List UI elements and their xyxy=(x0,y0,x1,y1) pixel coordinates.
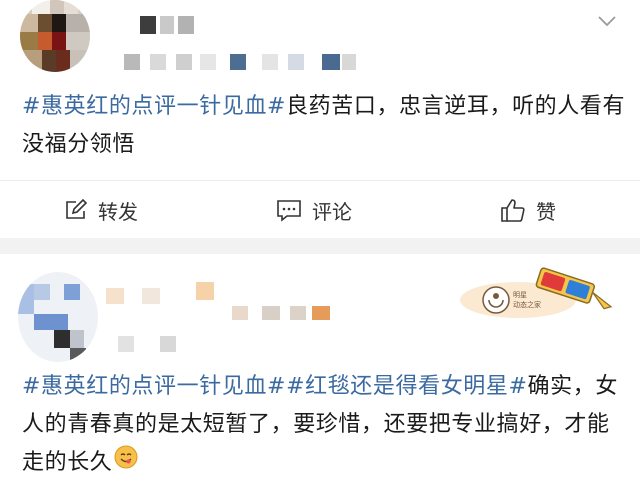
action-bar: 转发 评论 赞 xyxy=(0,180,640,239)
username[interactable] xyxy=(0,0,400,80)
hashtag-link[interactable]: #红毯还是得看女明星# xyxy=(286,374,527,399)
repost-button[interactable]: 转发 xyxy=(64,181,138,239)
chevron-down-icon[interactable] xyxy=(598,16,616,26)
hashtag-link[interactable]: #惠英红的点评一针见血# xyxy=(22,374,286,399)
hashtag-link[interactable]: #惠英红的点评一针见血# xyxy=(22,94,286,119)
comment-button[interactable]: 评论 xyxy=(276,181,352,239)
svg-text:动态之家: 动态之家 xyxy=(513,300,541,309)
comment-label: 评论 xyxy=(312,199,352,224)
svg-text:明星: 明星 xyxy=(513,291,527,299)
like-button[interactable]: 赞 xyxy=(500,181,556,239)
repost-icon xyxy=(64,198,88,222)
like-label: 赞 xyxy=(536,199,556,224)
post-card: #惠英红的点评一针见血#良药苦口，忠言逆耳，听的人看有没福分领悟 转发 评论 赞 xyxy=(0,0,640,238)
username[interactable] xyxy=(0,254,360,364)
post-text: #惠英红的点评一针见血#良药苦口，忠言逆耳，听的人看有没福分领悟 xyxy=(22,88,626,164)
thumbs-up-icon xyxy=(500,197,526,223)
post-text: #惠英红的点评一针见血##红毯还是得看女明星#确实，女人的青春真的是太短暂了，要… xyxy=(22,368,626,482)
yum-face-emoji xyxy=(114,444,138,482)
post-card: 明星 动态之家 #惠英红的点评一针见血##红毯还是得看女明星#确实，女人的青春真… xyxy=(0,254,640,497)
comment-icon xyxy=(276,198,302,222)
repost-label: 转发 xyxy=(98,199,138,224)
3d-glasses-sticker: 明星 动态之家 xyxy=(458,266,618,322)
